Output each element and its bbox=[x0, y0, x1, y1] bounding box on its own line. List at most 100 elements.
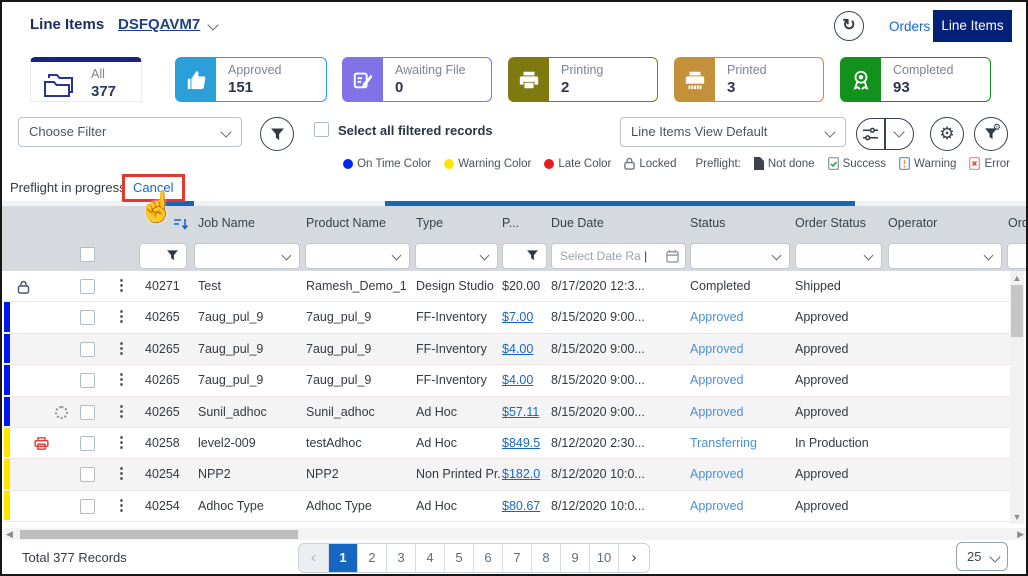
row-checkbox[interactable] bbox=[80, 373, 95, 388]
row-menu-kebab-icon[interactable]: ⋮ bbox=[114, 370, 129, 388]
due-date-filter[interactable]: Select Date Ra | bbox=[551, 243, 686, 269]
page-button[interactable]: 6 bbox=[473, 544, 502, 572]
price-filter[interactable] bbox=[502, 243, 547, 269]
vertical-scrollbar-thumb[interactable] bbox=[1011, 285, 1023, 337]
price-link[interactable]: $182.0 bbox=[502, 467, 540, 481]
tab-approved[interactable]: Approved 151 bbox=[175, 57, 327, 102]
page-button[interactable]: 1 bbox=[328, 544, 357, 572]
status-cell[interactable]: Approved bbox=[690, 310, 744, 324]
status-cell[interactable]: Approved bbox=[690, 342, 744, 356]
price-link[interactable]: $849.5 bbox=[502, 436, 540, 450]
cell-product: testAdhoc bbox=[306, 436, 362, 450]
row-menu-kebab-icon[interactable]: ⋮ bbox=[114, 464, 129, 482]
row-menu-kebab-icon[interactable]: ⋮ bbox=[114, 307, 129, 325]
price-link[interactable]: $57.11 bbox=[502, 405, 539, 419]
row-checkbox[interactable] bbox=[80, 436, 95, 451]
price-link[interactable]: $4.00 bbox=[502, 373, 533, 387]
col-job-name[interactable]: Job Name bbox=[198, 216, 255, 230]
col-status[interactable]: Status bbox=[690, 216, 725, 230]
filter-settings-button[interactable]: ⚙ bbox=[974, 117, 1008, 151]
tab-awaiting-file[interactable]: Awaiting File 0 bbox=[342, 57, 492, 102]
job-id-filter[interactable] bbox=[139, 243, 187, 269]
row-menu-kebab-icon[interactable]: ⋮ bbox=[114, 496, 129, 514]
status-cell[interactable]: Completed bbox=[690, 279, 750, 293]
row-stripe bbox=[4, 365, 10, 394]
page-button[interactable]: 5 bbox=[444, 544, 473, 572]
view-options-split-button[interactable] bbox=[856, 118, 914, 150]
row-menu-kebab-icon[interactable]: ⋮ bbox=[114, 402, 129, 420]
next-page-button[interactable]: › bbox=[618, 544, 649, 572]
col-due-date[interactable]: Due Date bbox=[551, 216, 604, 230]
select-page-checkbox[interactable] bbox=[80, 247, 95, 262]
funnel-gear-icon: ⚙ bbox=[985, 128, 997, 140]
view-select[interactable]: Line Items View Default bbox=[620, 117, 846, 147]
refresh-button[interactable]: ↻ bbox=[834, 11, 864, 41]
cell-job-id: 40258 bbox=[145, 436, 180, 450]
select-all-checkbox[interactable] bbox=[314, 122, 329, 137]
price-link[interactable]: $7.00 bbox=[502, 310, 533, 324]
row-menu-kebab-icon[interactable]: ⋮ bbox=[114, 276, 129, 294]
page-button[interactable]: 2 bbox=[357, 544, 386, 572]
tab-completed[interactable]: Completed 93 bbox=[840, 57, 991, 102]
price-link[interactable]: $4.00 bbox=[502, 342, 533, 356]
tab-printed[interactable]: Printed 3 bbox=[674, 57, 824, 102]
status-filter[interactable] bbox=[690, 243, 790, 269]
status-cell[interactable]: Transferring bbox=[690, 436, 757, 450]
row-checkbox[interactable] bbox=[80, 279, 95, 294]
cell-due-date: 8/17/2020 12:3... bbox=[551, 279, 645, 293]
row-checkbox[interactable] bbox=[80, 405, 95, 420]
col-product-name[interactable]: Product Name bbox=[306, 216, 386, 230]
horizontal-scrollbar-thumb[interactable] bbox=[20, 530, 298, 539]
product-name-filter[interactable] bbox=[305, 243, 410, 269]
settings-button[interactable]: ⚙ bbox=[930, 117, 964, 151]
orders-toggle[interactable]: Orders bbox=[879, 11, 940, 42]
row-checkbox[interactable] bbox=[80, 310, 95, 325]
page-button[interactable]: 8 bbox=[531, 544, 560, 572]
scroll-left-icon[interactable]: ◀ bbox=[6, 529, 13, 540]
row-menu-kebab-icon[interactable]: ⋮ bbox=[114, 339, 129, 357]
operator-filter[interactable] bbox=[888, 243, 1002, 269]
vertical-scrollbar[interactable]: ▲ ▼ bbox=[1010, 271, 1024, 524]
page-button[interactable]: 9 bbox=[560, 544, 589, 572]
page-button[interactable]: 7 bbox=[502, 544, 531, 572]
order-status-filter[interactable] bbox=[795, 243, 882, 269]
scroll-up-icon[interactable]: ▲ bbox=[1010, 273, 1024, 283]
col-operator[interactable]: Operator bbox=[888, 216, 937, 230]
sort-descending-icon[interactable] bbox=[174, 218, 188, 230]
scroll-down-icon[interactable]: ▼ bbox=[1010, 512, 1024, 522]
page-button[interactable]: 4 bbox=[415, 544, 444, 572]
status-cell[interactable]: Approved bbox=[690, 467, 744, 481]
line-items-toggle[interactable]: Line Items bbox=[933, 10, 1012, 42]
row-checkbox[interactable] bbox=[80, 342, 95, 357]
col-order-status[interactable]: Order Status bbox=[795, 216, 866, 230]
status-cell[interactable]: Approved bbox=[690, 373, 744, 387]
chevron-down-icon[interactable] bbox=[207, 19, 218, 30]
row-checkbox[interactable] bbox=[80, 499, 95, 514]
row-checkbox[interactable] bbox=[80, 467, 95, 482]
col-order-clipped[interactable]: Ord... bbox=[1008, 216, 1026, 230]
order-filter-clipped[interactable] bbox=[1007, 243, 1026, 269]
tab-all[interactable]: All 377 bbox=[30, 57, 142, 102]
store-code-link[interactable]: DSFQAVM7 bbox=[118, 16, 200, 33]
job-name-filter[interactable] bbox=[194, 243, 300, 269]
page-button[interactable]: 3 bbox=[386, 544, 415, 572]
status-cell[interactable]: Approved bbox=[690, 405, 744, 419]
type-filter[interactable] bbox=[415, 243, 498, 269]
prev-page-button[interactable]: ‹ bbox=[299, 544, 328, 572]
col-price[interactable]: P... bbox=[502, 216, 519, 230]
row-menu-kebab-icon[interactable]: ⋮ bbox=[114, 433, 129, 451]
price-link[interactable]: $80.67 bbox=[502, 499, 540, 513]
doc-filled-icon bbox=[754, 157, 764, 170]
cell-type: Non Printed Pr... bbox=[416, 467, 502, 481]
col-type[interactable]: Type bbox=[416, 216, 443, 230]
page-size-select[interactable]: 25 bbox=[956, 542, 1008, 571]
apply-filter-button[interactable] bbox=[260, 117, 294, 151]
cell-order-status: In Production bbox=[795, 436, 869, 450]
tab-label: Completed bbox=[893, 63, 953, 77]
tab-printing[interactable]: Printing 2 bbox=[508, 57, 658, 102]
choose-filter-select[interactable]: Choose Filter bbox=[18, 117, 242, 147]
status-cell[interactable]: Approved bbox=[690, 499, 744, 513]
scroll-right-icon[interactable]: ▶ bbox=[1017, 529, 1024, 540]
page-button[interactable]: 10 bbox=[589, 544, 618, 572]
price-link[interactable]: $20.00 bbox=[502, 279, 540, 293]
